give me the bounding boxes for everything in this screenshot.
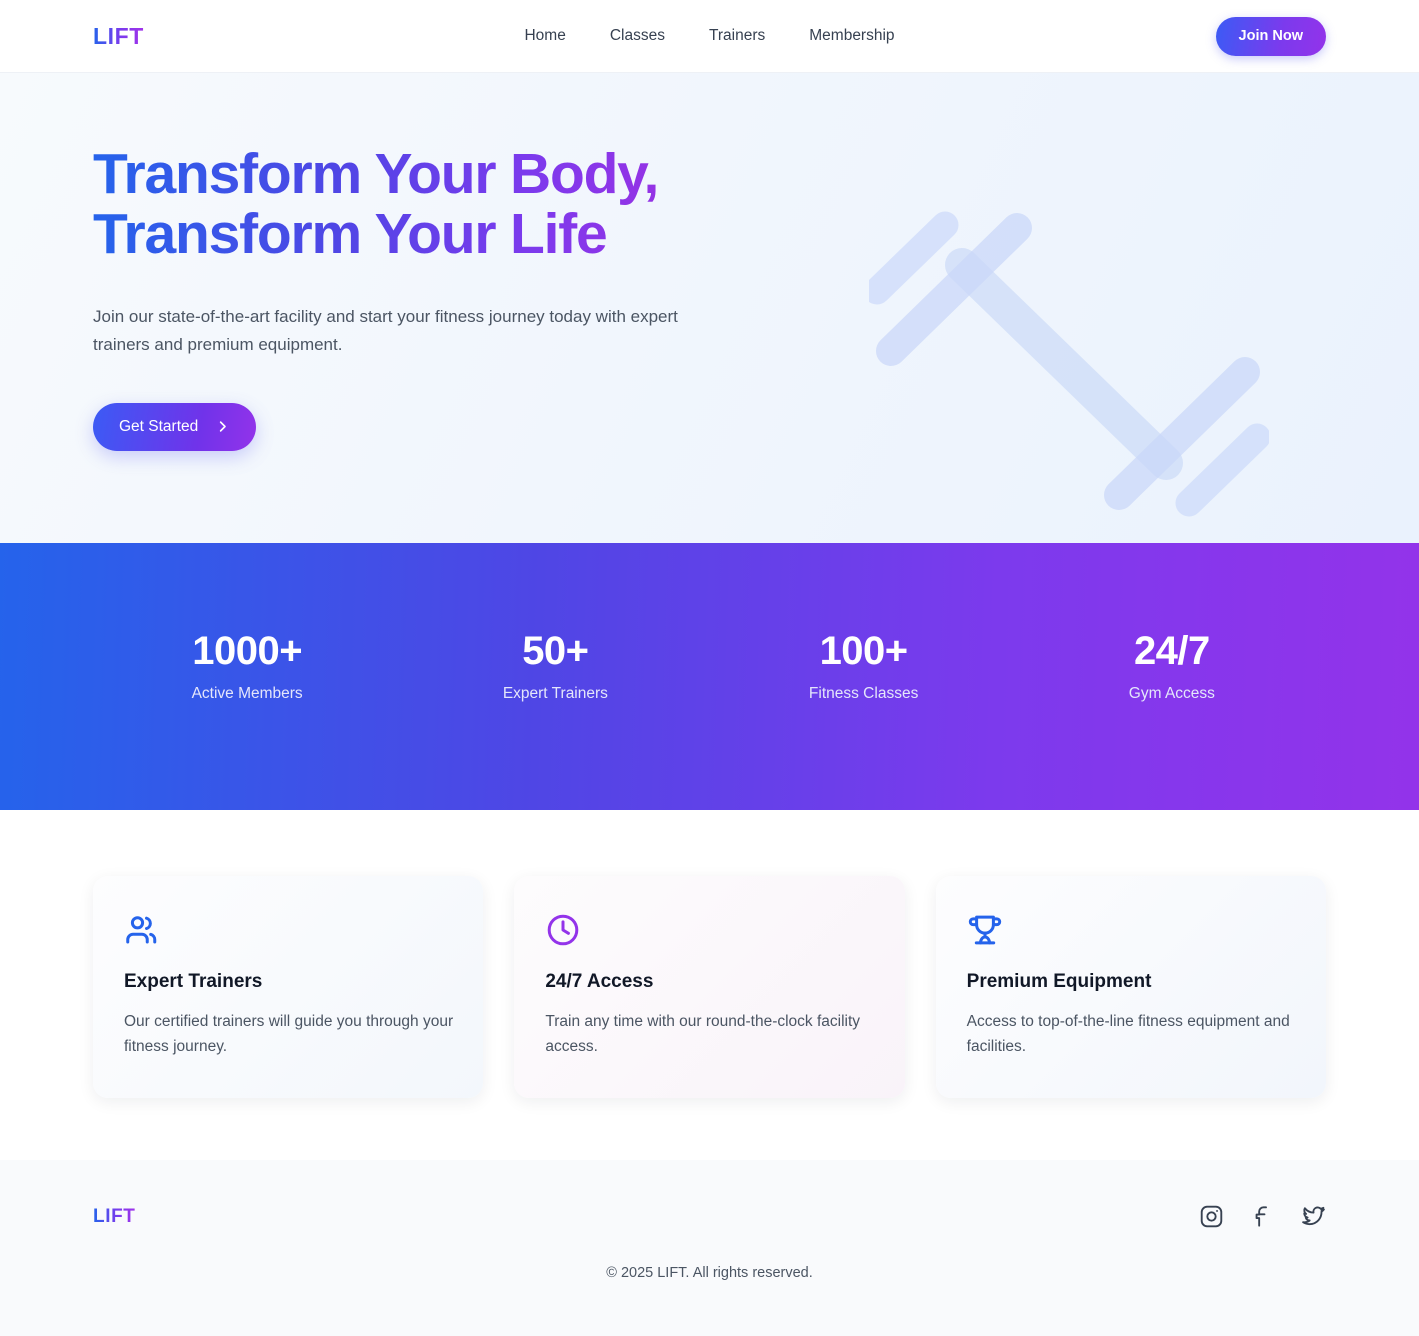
stat-fitness-classes: 100+ Fitness Classes [710, 629, 1018, 703]
nav-item-membership[interactable]: Membership [809, 27, 894, 45]
instagram-icon[interactable] [1199, 1204, 1224, 1229]
facebook-icon[interactable] [1250, 1204, 1275, 1229]
clock-icon [548, 914, 579, 946]
top-navbar: LIFT Home Classes Trainers Membership Jo… [0, 0, 1419, 73]
feature-card-premium-equipment[interactable]: Premium Equipment Access to top-of-the-l… [935, 876, 1326, 1098]
card-description: Train any time with our round-the-clock … [545, 1013, 861, 1055]
stats-grid: 1000+ Active Members 50+ Expert Trainers… [0, 629, 1419, 703]
copyright-text: © 2025 LIFT. All rights reserved. [606, 1265, 813, 1281]
hero-section: Transform Your Body, Transform Your Life… [0, 73, 1419, 543]
stats-band: 1000+ Active Members 50+ Expert Trainers… [0, 543, 1419, 810]
trophy-icon [968, 915, 1001, 945]
hero-title-line-2: Transform Your Life [93, 201, 607, 266]
feature-card-24-7-access[interactable]: 24/7 Access Train any time with our roun… [514, 876, 905, 1098]
stat-label: Fitness Classes [808, 684, 919, 702]
stat-value: 100+ [819, 628, 909, 673]
chevron-right-icon [220, 421, 227, 432]
stat-label: Active Members [191, 684, 303, 702]
nav-item-classes[interactable]: Classes [610, 27, 665, 45]
stat-value: 24/7 [1133, 628, 1210, 673]
join-now-button[interactable]: Join Now [1215, 16, 1326, 56]
nav-item-trainers[interactable]: Trainers [709, 27, 765, 45]
card-description: Our certified trainers will guide you th… [124, 1013, 454, 1055]
twitter-icon[interactable] [1301, 1204, 1326, 1229]
users-icon [126, 916, 157, 944]
stat-expert-trainers: 50+ Expert Trainers [401, 629, 709, 703]
hero-subtitle: Join our state-of-the-art facility and s… [93, 306, 678, 355]
stat-label: Gym Access [1128, 684, 1215, 702]
hero-content: Transform Your Body, Transform Your Life… [93, 145, 733, 451]
footer-top-row: LIFT [93, 1204, 1326, 1229]
stat-gym-access: 24/7 Gym Access [1018, 629, 1326, 703]
nav-item-home[interactable]: Home [524, 27, 565, 45]
hero-title-line-1: Transform Your Body, [93, 142, 659, 206]
main-navigation: Home Classes Trainers Membership [0, 27, 1419, 45]
get-started-label: Get Started [119, 417, 199, 435]
feature-card-expert-trainers[interactable]: Expert Trainers Our certified trainers w… [93, 876, 484, 1098]
footer-brand-logo[interactable]: LIFT [93, 1206, 136, 1228]
card-icon-slot [967, 910, 1296, 950]
features-section: Expert Trainers Our certified trainers w… [0, 810, 1419, 1098]
card-title: 24/7 Access [545, 971, 654, 992]
page-title: Transform Your Body, Transform Your Life [93, 145, 733, 265]
dumbbell-icon [869, 211, 1269, 517]
card-description: Access to top-of-the-line fitness equipm… [966, 1013, 1290, 1055]
card-icon-slot [124, 910, 453, 950]
feature-cards: Expert Trainers Our certified trainers w… [93, 876, 1326, 1098]
stat-active-members: 1000+ Active Members [93, 629, 401, 703]
stat-label: Expert Trainers [502, 684, 608, 702]
card-icon-slot [545, 910, 874, 950]
get-started-button[interactable]: Get Started [93, 402, 257, 451]
stat-value: 1000+ [192, 628, 303, 673]
site-footer: LIFT © 2025 LIFT. All rights reserved. [0, 1160, 1419, 1336]
card-title: Premium Equipment [966, 971, 1152, 992]
social-links [1199, 1204, 1326, 1229]
card-title: Expert Trainers [124, 971, 263, 992]
stat-value: 50+ [522, 628, 589, 673]
